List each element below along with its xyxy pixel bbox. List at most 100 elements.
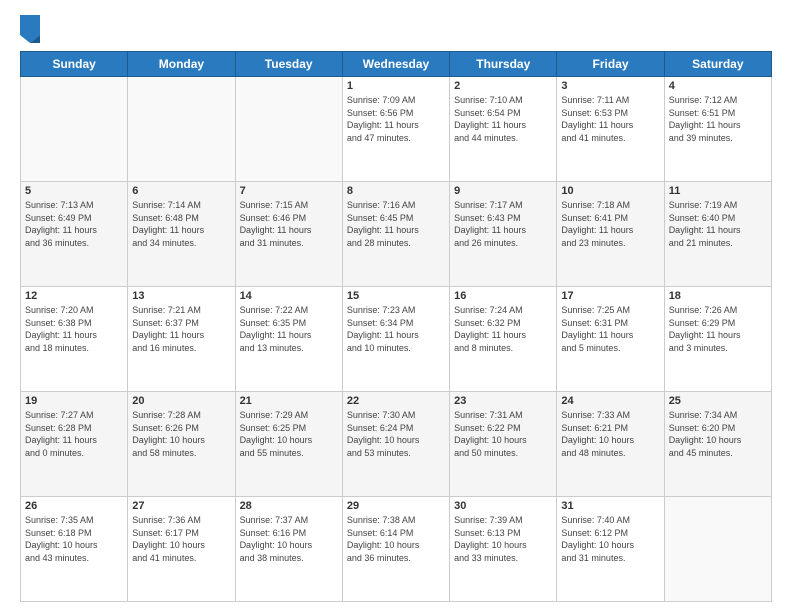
calendar-cell: 7 Sunrise: 7:15 AM Sunset: 6:46 PM Daylig… (235, 182, 342, 287)
calendar-cell (128, 77, 235, 182)
day-number: 20 (132, 395, 230, 407)
day-number: 4 (669, 80, 767, 92)
calendar-cell: 8 Sunrise: 7:16 AM Sunset: 6:45 PM Daylig… (342, 182, 449, 287)
calendar-cell: 26Sunrise: 7:35 AM Sunset: 6:18 PM Dayli… (21, 497, 128, 602)
logo-icon (20, 15, 40, 43)
day-info: Sunrise: 7:26 AM Sunset: 6:29 PM Dayligh… (669, 304, 767, 354)
calendar-cell: 18Sunrise: 7:26 AM Sunset: 6:29 PM Dayli… (664, 287, 771, 392)
day-info: Sunrise: 7:33 AM Sunset: 6:21 PM Dayligh… (561, 409, 659, 459)
day-number: 19 (25, 395, 123, 407)
day-info: Sunrise: 7:28 AM Sunset: 6:26 PM Dayligh… (132, 409, 230, 459)
day-info: Sunrise: 7:12 AM Sunset: 6:51 PM Dayligh… (669, 94, 767, 144)
day-number: 15 (347, 290, 445, 302)
calendar-cell: 28 Sunrise: 7:37 AM Sunset: 6:16 PM Dayli… (235, 497, 342, 602)
calendar-cell (664, 497, 771, 602)
calendar-cell: 25 Sunrise: 7:34 AM Sunset: 6:20 PM Dayli… (664, 392, 771, 497)
day-number: 1 (347, 80, 445, 92)
calendar-cell: 20 Sunrise: 7:28 AM Sunset: 6:26 PM Dayli… (128, 392, 235, 497)
day-number: 12 (25, 290, 123, 302)
day-info: Sunrise: 7:22 AM Sunset: 6:35 PM Dayligh… (240, 304, 338, 354)
day-info: Sunrise: 7:37 AM Sunset: 6:16 PM Dayligh… (240, 514, 338, 564)
day-info: Sunrise: 7:18 AM Sunset: 6:41 PM Dayligh… (561, 199, 659, 249)
calendar-cell: 27 Sunrise: 7:36 AM Sunset: 6:17 PM Dayli… (128, 497, 235, 602)
calendar-cell: 1Sunrise: 7:09 AM Sunset: 6:56 PM Daylig… (342, 77, 449, 182)
day-number: 17 (561, 290, 659, 302)
day-header-sunday: Sunday (21, 52, 128, 77)
calendar-cell: 19 Sunrise: 7:27 AM Sunset: 6:28 PM Dayli… (21, 392, 128, 497)
day-number: 25 (669, 395, 767, 407)
calendar-table: SundayMondayTuesdayWednesdayThursdayFrid… (20, 51, 772, 602)
calendar-cell: 11Sunrise: 7:19 AM Sunset: 6:40 PM Dayli… (664, 182, 771, 287)
day-header-saturday: Saturday (664, 52, 771, 77)
header-row: SundayMondayTuesdayWednesdayThursdayFrid… (21, 52, 772, 77)
calendar-cell: 3Sunrise: 7:11 AM Sunset: 6:53 PM Daylig… (557, 77, 664, 182)
calendar-cell: 22 Sunrise: 7:30 AM Sunset: 6:24 PM Dayli… (342, 392, 449, 497)
day-info: Sunrise: 7:30 AM Sunset: 6:24 PM Dayligh… (347, 409, 445, 459)
day-number: 16 (454, 290, 552, 302)
week-row-4: 19 Sunrise: 7:27 AM Sunset: 6:28 PM Dayli… (21, 392, 772, 497)
day-info: Sunrise: 7:34 AM Sunset: 6:20 PM Dayligh… (669, 409, 767, 459)
calendar-cell: 16 Sunrise: 7:24 AM Sunset: 6:32 PM Dayli… (450, 287, 557, 392)
day-number: 2 (454, 80, 552, 92)
day-info: Sunrise: 7:31 AM Sunset: 6:22 PM Dayligh… (454, 409, 552, 459)
day-number: 31 (561, 500, 659, 512)
day-number: 28 (240, 500, 338, 512)
day-info: Sunrise: 7:40 AM Sunset: 6:12 PM Dayligh… (561, 514, 659, 564)
day-number: 23 (454, 395, 552, 407)
logo (20, 15, 44, 43)
day-header-tuesday: Tuesday (235, 52, 342, 77)
calendar-cell: 15Sunrise: 7:23 AM Sunset: 6:34 PM Dayli… (342, 287, 449, 392)
calendar-cell: 4 Sunrise: 7:12 AM Sunset: 6:51 PM Daylig… (664, 77, 771, 182)
day-number: 7 (240, 185, 338, 197)
day-header-wednesday: Wednesday (342, 52, 449, 77)
day-number: 22 (347, 395, 445, 407)
day-number: 14 (240, 290, 338, 302)
day-info: Sunrise: 7:14 AM Sunset: 6:48 PM Dayligh… (132, 199, 230, 249)
week-row-2: 5 Sunrise: 7:13 AM Sunset: 6:49 PM Daylig… (21, 182, 772, 287)
day-info: Sunrise: 7:38 AM Sunset: 6:14 PM Dayligh… (347, 514, 445, 564)
header (20, 15, 772, 43)
day-info: Sunrise: 7:36 AM Sunset: 6:17 PM Dayligh… (132, 514, 230, 564)
day-info: Sunrise: 7:17 AM Sunset: 6:43 PM Dayligh… (454, 199, 552, 249)
day-header-friday: Friday (557, 52, 664, 77)
calendar-cell: 24 Sunrise: 7:33 AM Sunset: 6:21 PM Dayli… (557, 392, 664, 497)
day-number: 9 (454, 185, 552, 197)
week-row-3: 12Sunrise: 7:20 AM Sunset: 6:38 PM Dayli… (21, 287, 772, 392)
calendar-cell: 12Sunrise: 7:20 AM Sunset: 6:38 PM Dayli… (21, 287, 128, 392)
day-number: 24 (561, 395, 659, 407)
calendar-cell: 6Sunrise: 7:14 AM Sunset: 6:48 PM Daylig… (128, 182, 235, 287)
day-number: 8 (347, 185, 445, 197)
day-number: 29 (347, 500, 445, 512)
calendar-cell: 9 Sunrise: 7:17 AM Sunset: 6:43 PM Daylig… (450, 182, 557, 287)
calendar-cell: 17 Sunrise: 7:25 AM Sunset: 6:31 PM Dayli… (557, 287, 664, 392)
day-info: Sunrise: 7:16 AM Sunset: 6:45 PM Dayligh… (347, 199, 445, 249)
day-number: 10 (561, 185, 659, 197)
day-number: 13 (132, 290, 230, 302)
day-info: Sunrise: 7:27 AM Sunset: 6:28 PM Dayligh… (25, 409, 123, 459)
calendar-cell: 30Sunrise: 7:39 AM Sunset: 6:13 PM Dayli… (450, 497, 557, 602)
day-info: Sunrise: 7:15 AM Sunset: 6:46 PM Dayligh… (240, 199, 338, 249)
day-number: 30 (454, 500, 552, 512)
day-header-monday: Monday (128, 52, 235, 77)
calendar-cell: 23 Sunrise: 7:31 AM Sunset: 6:22 PM Dayli… (450, 392, 557, 497)
day-info: Sunrise: 7:11 AM Sunset: 6:53 PM Dayligh… (561, 94, 659, 144)
day-info: Sunrise: 7:25 AM Sunset: 6:31 PM Dayligh… (561, 304, 659, 354)
day-info: Sunrise: 7:10 AM Sunset: 6:54 PM Dayligh… (454, 94, 552, 144)
calendar-cell: 14 Sunrise: 7:22 AM Sunset: 6:35 PM Dayli… (235, 287, 342, 392)
calendar-cell (21, 77, 128, 182)
day-info: Sunrise: 7:13 AM Sunset: 6:49 PM Dayligh… (25, 199, 123, 249)
week-row-1: 1Sunrise: 7:09 AM Sunset: 6:56 PM Daylig… (21, 77, 772, 182)
calendar-cell: 31 Sunrise: 7:40 AM Sunset: 6:12 PM Dayli… (557, 497, 664, 602)
day-number: 21 (240, 395, 338, 407)
calendar-cell: 29 Sunrise: 7:38 AM Sunset: 6:14 PM Dayli… (342, 497, 449, 602)
day-header-thursday: Thursday (450, 52, 557, 77)
calendar-cell (235, 77, 342, 182)
day-number: 27 (132, 500, 230, 512)
week-row-5: 26Sunrise: 7:35 AM Sunset: 6:18 PM Dayli… (21, 497, 772, 602)
calendar-cell: 5 Sunrise: 7:13 AM Sunset: 6:49 PM Daylig… (21, 182, 128, 287)
day-info: Sunrise: 7:29 AM Sunset: 6:25 PM Dayligh… (240, 409, 338, 459)
calendar-cell: 13Sunrise: 7:21 AM Sunset: 6:37 PM Dayli… (128, 287, 235, 392)
day-info: Sunrise: 7:24 AM Sunset: 6:32 PM Dayligh… (454, 304, 552, 354)
calendar-page: SundayMondayTuesdayWednesdayThursdayFrid… (0, 0, 792, 612)
day-number: 5 (25, 185, 123, 197)
